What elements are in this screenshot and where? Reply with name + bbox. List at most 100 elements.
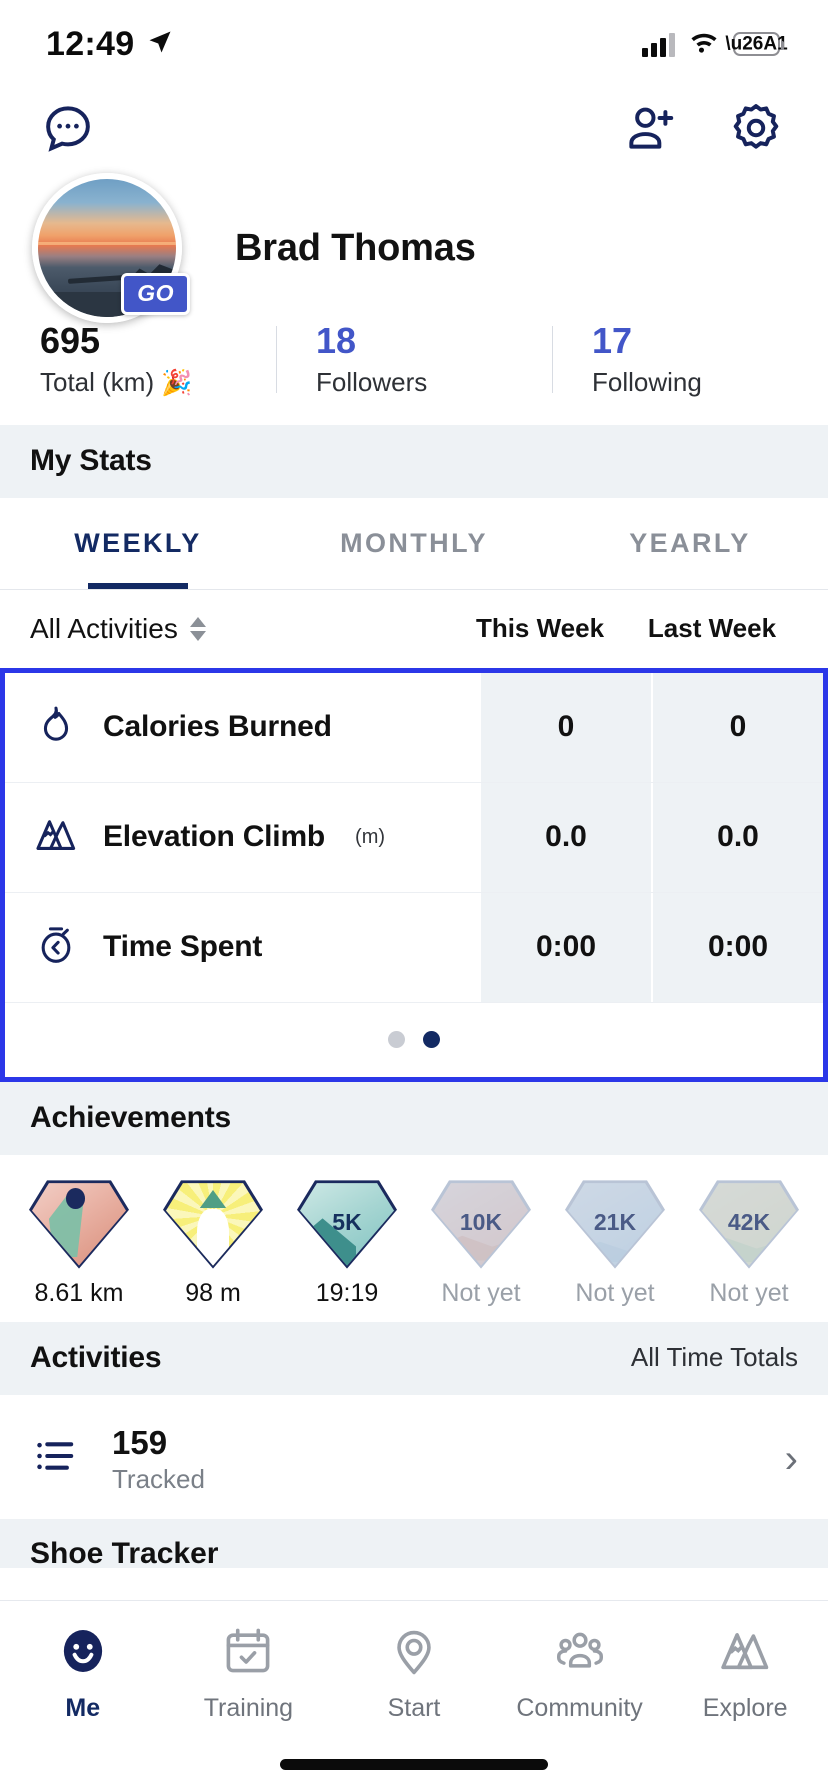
tab-explore[interactable]: Explore [662,1623,828,1723]
table-row[interactable]: Elevation Climb (m) 0.0 0.0 [5,782,823,893]
location-pin-icon [386,1623,442,1684]
pager-dot[interactable] [388,1031,405,1049]
tab-community[interactable]: Community [497,1623,663,1723]
stat-value: 17 [592,320,633,361]
messages-icon[interactable] [40,100,96,161]
stat-value: 695 [40,320,101,361]
badge-caption: Not yet [709,1278,789,1307]
cell-this-week: 0 [479,672,651,782]
stat-row-name: Calories Burned [103,710,332,744]
badge-label: 5K [332,1209,362,1236]
activity-filter-selector[interactable]: All Activities [30,613,454,645]
add-friend-icon[interactable] [622,100,678,161]
tab-me[interactable]: Me [0,1623,166,1723]
tab-yearly[interactable]: YEARLY [552,498,828,589]
sort-updown-icon[interactable] [189,616,206,641]
profile-stats-row: 695 Total (km) 🎉 18 Followers 17 Followi… [0,302,828,425]
badge-caption: 8.61 km [34,1278,124,1307]
stat-row-name: Time Spent [103,930,263,964]
stats-table-card: Calories Burned 0 0 Elevation Climb (m) … [0,667,828,1082]
list-item-label: Tracked [112,1464,205,1495]
calendar-check-icon [220,1623,276,1684]
achievement-badge[interactable]: 8.61 km [12,1177,146,1308]
stat-label: Following [592,367,702,398]
stat-row-label-cell: Time Spent [5,892,479,1002]
wifi-icon [688,29,720,59]
pager-dot-active[interactable] [423,1031,440,1049]
status-bar: 12:49 \u26A1 [0,0,828,88]
achievement-badge-locked[interactable]: 42K Not yet [682,1177,816,1308]
cell-this-week: 0.0 [479,782,651,892]
status-bar-clock: 12:49 [46,24,135,63]
my-stats-section-header: My Stats [0,424,828,498]
cell-last-week: 0:00 [651,892,823,1002]
stat-label: Total (km) 🎉 [40,367,193,398]
bottom-tab-bar: Me Training Start Community Explore [0,1600,828,1792]
stat-row-label-cell: Elevation Climb (m) [5,782,479,892]
stat-value: 18 [316,320,357,361]
stat-label: Followers [316,367,428,398]
status-bar-left: 12:49 [46,25,174,64]
battery-charging-icon: \u26A1 [725,32,788,56]
tab-monthly[interactable]: MONTHLY [276,498,552,589]
shoe-tracker-title: Shoe Tracker [30,1537,219,1569]
stats-table-header: All Activities This Week Last Week [0,590,828,668]
tab-start[interactable]: Start [331,1623,497,1723]
stat-row-label-cell: Calories Burned [5,672,479,782]
achievements-section-header: Achievements [0,1081,828,1155]
stat-following[interactable]: 17 Following [552,320,828,399]
list-item-text: 159 Tracked [112,1423,755,1496]
stopwatch-icon [33,922,79,973]
stat-total-km[interactable]: 695 Total (km) 🎉 [0,320,276,399]
flame-icon [33,702,79,753]
settings-icon[interactable] [728,100,784,161]
tab-label: Training [203,1694,294,1722]
party-popper-emoji: 🎉 [161,369,193,398]
tab-training[interactable]: Training [166,1623,332,1723]
avatar[interactable]: GO [32,173,190,323]
activities-subtitle: All Time Totals [630,1342,798,1373]
badge-caption: Not yet [441,1278,521,1307]
badge-label: 10K [459,1209,503,1236]
shoe-tracker-section-header: Shoe Tracker [0,1520,828,1569]
cell-this-week: 0:00 [479,892,651,1002]
achievement-badge[interactable]: 5K 19:19 [280,1177,414,1308]
smiley-face-icon [55,1623,111,1684]
table-row[interactable]: Calories Burned 0 0 [5,672,823,783]
page-title: Brad Thomas [235,226,476,269]
tab-label: Start [387,1694,441,1722]
badge-label: 42K [727,1209,771,1236]
badge-label: 21K [593,1209,637,1236]
badge-caption: 98 m [185,1278,241,1307]
stat-followers[interactable]: 18 Followers [276,320,552,399]
achievement-badge-locked[interactable]: 10K Not yet [414,1177,548,1308]
badge-caption: Not yet [575,1278,655,1307]
badge-caption: 19:19 [315,1278,379,1307]
cellular-signal-icon [642,31,675,57]
go-badge: GO [121,273,190,315]
home-indicator [280,1759,548,1770]
people-group-icon [552,1623,608,1684]
tab-weekly[interactable]: WEEKLY [0,498,276,589]
activity-filter-label: All Activities [30,612,178,644]
table-row[interactable]: Time Spent 0:00 0:00 [5,892,823,1003]
status-bar-right: \u26A1 [642,29,788,59]
activities-section-header: Activities All Time Totals [0,1321,828,1395]
chevron-right-icon[interactable]: › [785,1439,798,1479]
column-header-last-week: Last Week [647,613,777,644]
tab-label: Me [65,1694,101,1722]
cell-last-week: 0 [651,672,823,782]
stat-row-unit: (m) [355,825,386,848]
stat-row-name: Elevation Climb [103,820,326,854]
mountains-icon [717,1623,773,1684]
achievements-row: 8.61 km 98 m 5K 19:19 10K Not yet 21K No… [0,1155,828,1322]
list-item-value: 159 [112,1423,168,1461]
my-stats-title: My Stats [30,443,152,477]
stats-pager [5,1002,823,1077]
achievement-badge[interactable]: 98 m [146,1177,280,1308]
tab-label: Community [516,1694,643,1722]
stats-period-tabs: WEEKLY MONTHLY YEARLY [0,498,828,590]
achievement-badge-locked[interactable]: 21K Not yet [548,1177,682,1308]
achievements-title: Achievements [30,1100,232,1134]
list-item[interactable]: 159 Tracked › [0,1395,828,1521]
